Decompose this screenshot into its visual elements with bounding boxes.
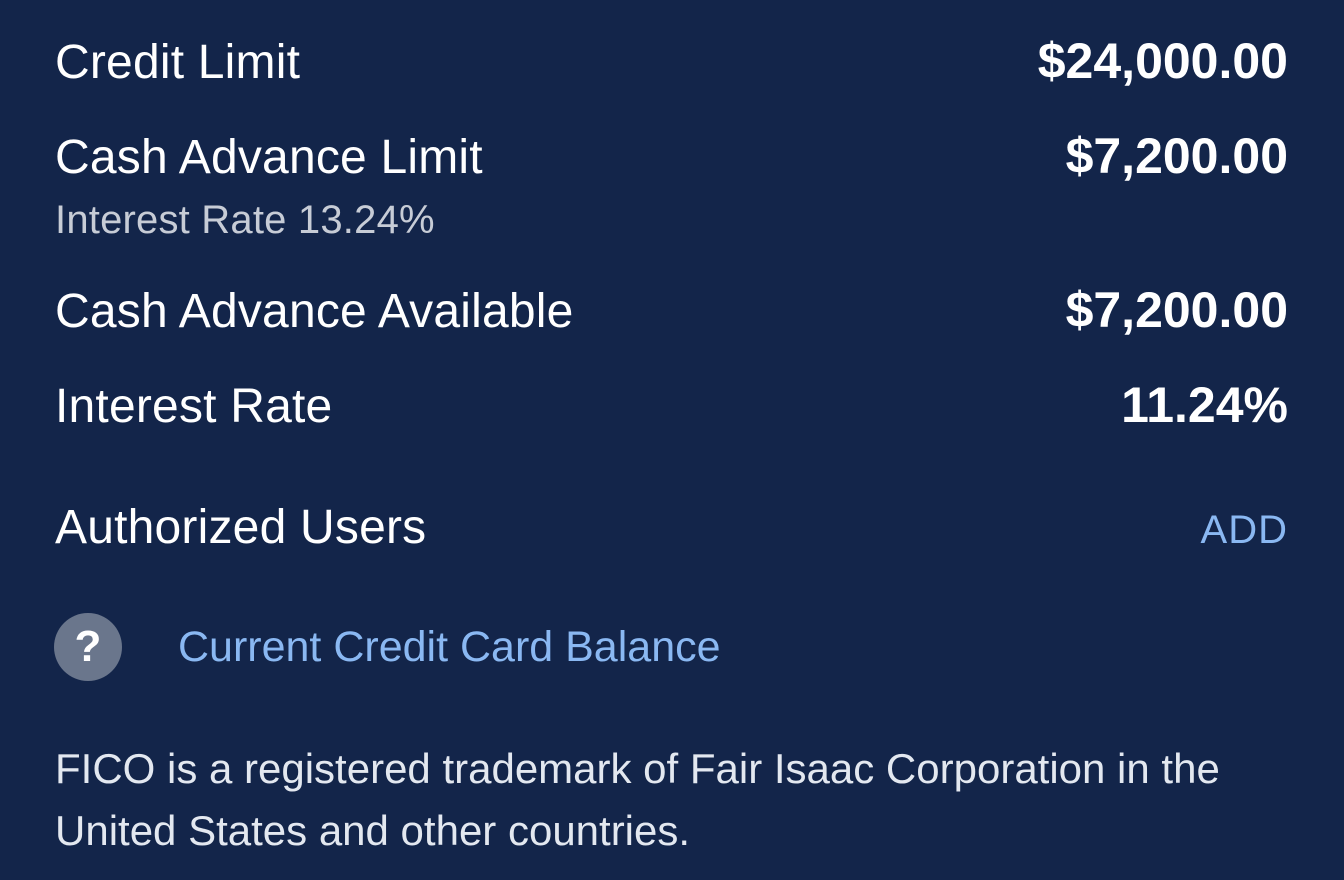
cash-advance-available-value: $7,200.00 <box>1065 282 1288 338</box>
interest-rate-label: Interest Rate <box>55 380 333 433</box>
cash-advance-available-row: Cash Advance Available $7,200.00 <box>55 281 1288 339</box>
cash-advance-limit-label: Cash Advance Limit <box>55 131 483 184</box>
question-mark-icon[interactable]: ? <box>54 613 122 681</box>
interest-rate-row: Interest Rate 11.24% <box>55 376 1288 434</box>
authorized-users-row: Authorized Users ADD <box>55 500 1288 555</box>
cash-advance-limit-value: $7,200.00 <box>1065 128 1288 184</box>
credit-card-balance-help: ? Current Credit Card Balance <box>54 613 721 681</box>
cash-advance-limit-row: Cash Advance Limit $7,200.00 <box>55 127 1288 185</box>
credit-limit-row: Credit Limit $24,000.00 <box>55 32 1288 90</box>
credit-limit-value: $24,000.00 <box>1037 33 1288 89</box>
cash-advance-available-label: Cash Advance Available <box>55 285 574 338</box>
cash-advance-interest-rate: Interest Rate 13.24% <box>55 198 435 242</box>
interest-rate-value: 11.24% <box>1121 377 1288 433</box>
credit-limit-label: Credit Limit <box>55 36 301 89</box>
account-details-screen: Credit Limit $24,000.00 Cash Advance Lim… <box>0 0 1344 880</box>
fico-trademark-footnote: FICO is a registered trademark of Fair I… <box>55 745 1220 854</box>
authorized-users-label: Authorized Users <box>55 501 427 554</box>
current-credit-card-balance-link[interactable]: Current Credit Card Balance <box>178 623 721 672</box>
add-authorized-user-button[interactable]: ADD <box>1201 508 1288 553</box>
